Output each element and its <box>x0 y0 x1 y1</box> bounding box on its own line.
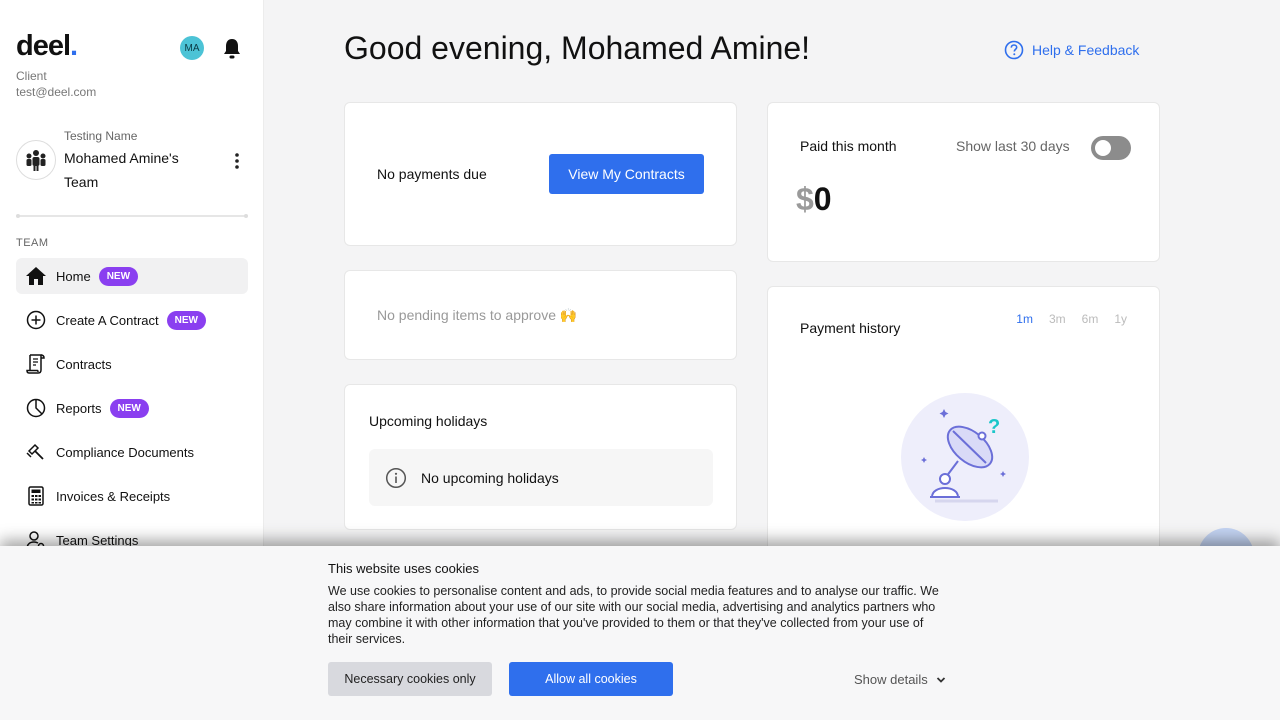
view-contracts-button[interactable]: View My Contracts <box>549 154 704 194</box>
deel-logo[interactable]: deel. <box>16 30 78 63</box>
sidebar-item-label: Contracts <box>56 356 112 372</box>
sidebar-item-label: Compliance Documents <box>56 444 195 460</box>
show-details-link[interactable]: Show details <box>854 672 946 687</box>
sidebar-item-label: Home <box>56 268 91 284</box>
sidebar-item-reports[interactable]: Reports NEW <box>16 390 248 426</box>
payment-history-card: Payment history 1m 3m 6m 1y ? <box>767 286 1160 566</box>
pending-approvals-card: No pending items to approve 🙌 <box>344 270 737 360</box>
toggle-knob <box>1095 140 1111 156</box>
holidays-title: Upcoming holidays <box>369 413 488 429</box>
new-badge: NEW <box>109 398 149 418</box>
account-email: test@deel.com <box>16 85 97 99</box>
calculator-icon <box>24 484 48 508</box>
paid-amount: $0 <box>796 181 832 217</box>
team-sub-label: Testing Name <box>64 129 138 143</box>
range-1m[interactable]: 1m <box>1016 312 1033 326</box>
team-icon <box>16 140 56 180</box>
sidebar-item-invoices-receipts[interactable]: Invoices & Receipts <box>16 478 248 514</box>
bell-icon[interactable] <box>222 38 242 60</box>
more-options-icon[interactable] <box>232 152 242 170</box>
help-circle-icon <box>1004 40 1024 60</box>
new-badge: NEW <box>166 310 206 330</box>
sidebar-item-contracts[interactable]: Contracts <box>16 346 248 382</box>
holidays-empty-text: No upcoming holidays <box>421 469 559 486</box>
cookie-banner: This website uses cookies We use cookies… <box>0 546 1280 720</box>
nav-section-label: TEAM <box>16 237 49 249</box>
range-6m[interactable]: 6m <box>1082 312 1099 326</box>
last-30-days-toggle[interactable] <box>1091 136 1131 160</box>
sidebar-item-label: Reports <box>56 400 102 416</box>
cookie-title: This website uses cookies <box>328 561 480 576</box>
gavel-icon <box>24 440 48 464</box>
svg-text:?: ? <box>988 416 1000 438</box>
team-switcher[interactable]: Testing Name Mohamed Amine's Team <box>16 128 248 192</box>
sidebar-item-create-contract[interactable]: Create A Contract NEW <box>16 302 248 338</box>
team-name: Mohamed Amine's Team <box>64 150 179 190</box>
payments-due-card: No payments due View My Contracts <box>344 102 737 246</box>
pie-chart-icon <box>24 396 48 420</box>
sidebar-item-compliance-documents[interactable]: Compliance Documents <box>16 434 248 470</box>
satellite-dish-illustration: ? <box>901 393 1029 521</box>
pending-approvals-text: No pending items to approve 🙌 <box>377 307 578 323</box>
paid-title: Paid this month <box>800 138 897 154</box>
plus-circle-icon <box>24 308 48 332</box>
help-feedback-label: Help & Feedback <box>1032 42 1140 58</box>
sidebar-item-label: Invoices & Receipts <box>56 488 171 504</box>
sidebar-item-home[interactable]: Home NEW <box>16 258 248 294</box>
chevron-down-icon <box>936 676 945 683</box>
payments-status-text: No payments due <box>377 166 487 182</box>
info-icon <box>385 467 407 488</box>
cookie-body: We use cookies to personalise content an… <box>328 584 939 646</box>
sidebar-divider <box>16 214 248 218</box>
holidays-empty-state: No upcoming holidays <box>369 449 713 506</box>
range-selector: 1m 3m 6m 1y <box>1016 312 1127 326</box>
home-icon <box>24 264 48 288</box>
necessary-cookies-button[interactable]: Necessary cookies only <box>328 662 492 696</box>
show-details-label: Show details <box>854 672 928 687</box>
history-title: Payment history <box>800 320 901 336</box>
page-title: Good evening, Mohamed Amine! <box>344 30 811 66</box>
account-role: Client <box>16 69 47 83</box>
help-feedback-link[interactable]: Help & Feedback <box>1004 40 1139 60</box>
upcoming-holidays-card: Upcoming holidays No upcoming holidays <box>344 384 737 530</box>
toggle-label: Show last 30 days <box>956 138 1070 154</box>
new-badge: NEW <box>98 266 139 286</box>
range-1y[interactable]: 1y <box>1114 312 1127 326</box>
allow-all-cookies-button[interactable]: Allow all cookies <box>509 662 673 696</box>
sidebar-item-label: Create A Contract <box>56 312 159 328</box>
paid-this-month-card: Paid this month Show last 30 days $0 <box>767 102 1160 262</box>
contract-icon <box>24 352 48 376</box>
user-avatar[interactable]: MA <box>180 36 204 60</box>
range-3m[interactable]: 3m <box>1049 312 1066 326</box>
